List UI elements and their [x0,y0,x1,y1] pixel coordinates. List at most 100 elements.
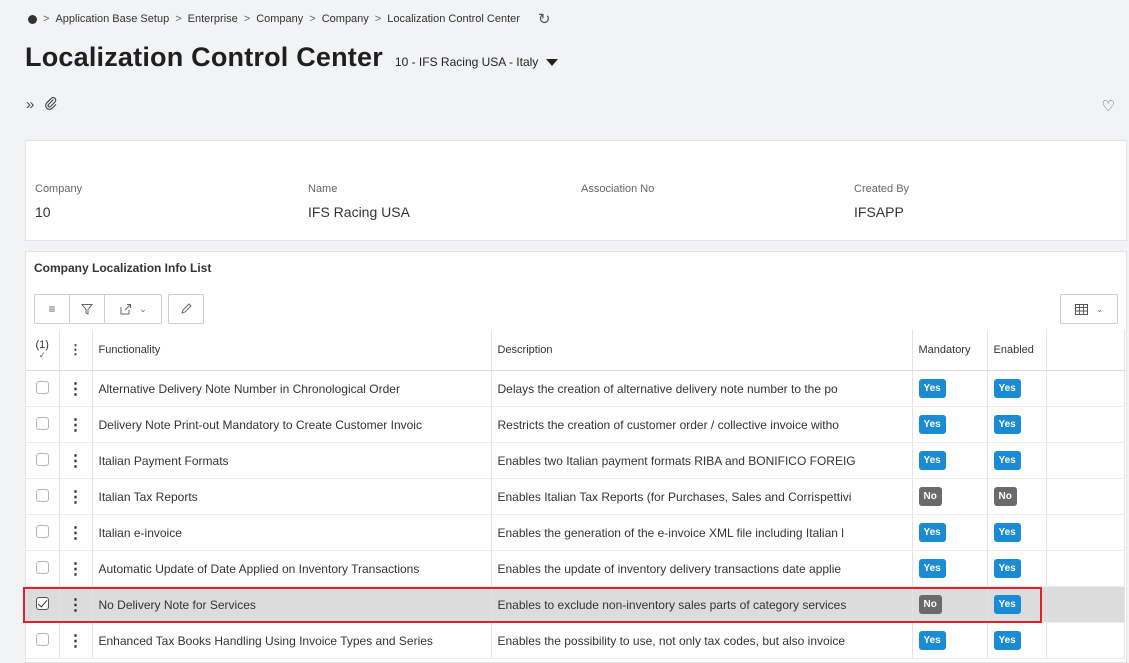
table-row[interactable]: ⋮ No Delivery Note for Services Enables to… [26,586,1125,623]
row-checkbox[interactable] [35,632,49,646]
table-icon [1074,303,1088,315]
functionality-column-header[interactable]: Functionality [92,330,492,371]
breadcrumb-item-company[interactable]: Company [256,13,303,25]
functionality-cell[interactable]: Italian e-invoice [92,514,492,551]
list-title: Company Localization Info List [34,261,212,275]
company-label: Company [35,183,83,195]
filler-cell [1046,370,1125,407]
row-menu-icon[interactable]: ⋮ [59,406,93,443]
description-cell[interactable]: Enables the update of inventory delivery… [491,550,913,587]
row-checkbox[interactable] [35,560,49,574]
row-menu-icon[interactable]: ⋮ [59,514,93,551]
functionality-cell[interactable]: Enhanced Tax Books Handling Using Invoic… [92,622,492,659]
table-row[interactable]: ⋮ Automatic Update of Date Applied on Inv… [26,550,1125,587]
row-select-cell[interactable] [26,622,60,659]
functionality-cell[interactable]: Italian Payment Formats [92,442,492,479]
filler-column-header [1046,330,1125,371]
filler-cell [1046,550,1125,587]
enabled-badge: Yes [993,379,1021,398]
association-no-field: Association No [581,183,654,204]
enabled-badge: Yes [993,559,1021,578]
description-cell[interactable]: Restricts the creation of customer order… [491,406,913,443]
row-select-cell[interactable] [26,406,60,443]
mandatory-cell: Yes [912,550,988,587]
breadcrumb-separator: > [43,13,50,25]
breadcrumb-item-enterprise[interactable]: Enterprise [188,13,238,25]
context-selector[interactable]: 10 - IFS Racing USA - Italy [395,55,559,69]
row-checkbox[interactable] [35,452,49,466]
title-row: Localization Control Center 10 - IFS Rac… [25,42,559,73]
enabled-cell: Yes [987,370,1047,407]
description-cell[interactable]: Delays the creation of alternative deliv… [491,370,913,407]
selected-count-header[interactable]: (1) ✓ [26,330,60,371]
filter-icon[interactable] [70,295,105,323]
row-menu-icon[interactable]: ⋮ [59,550,93,587]
enabled-cell: No [987,478,1047,515]
column-chooser-group: ⌄ [1060,294,1118,324]
row-checkbox[interactable] [35,524,49,538]
column-menu-icon[interactable]: ⋮ [59,330,93,371]
row-select-cell[interactable] [26,550,60,587]
row-menu-icon[interactable]: ⋮ [59,622,93,659]
enabled-column-header[interactable]: Enabled [987,330,1047,371]
home-icon[interactable] [28,14,37,24]
mandatory-column-header[interactable]: Mandatory [912,330,988,371]
functionality-cell[interactable]: Delivery Note Print-out Mandatory to Cre… [92,406,492,443]
filler-cell [1046,406,1125,443]
attachment-icon[interactable] [44,96,58,114]
export-icon [120,304,132,315]
table-row[interactable]: ⋮ Delivery Note Print-out Mandatory to Cr… [26,406,1125,443]
table-row[interactable]: ⋮ Italian e-invoice Enables the generation… [26,514,1125,551]
functionality-cell[interactable]: Automatic Update of Date Applied on Inve… [92,550,492,587]
refresh-icon[interactable]: ↻ [538,10,551,28]
description-cell[interactable]: Enables the generation of the e-invoice … [491,514,913,551]
toolbar-group: ≡ ⌄ [34,294,162,324]
table-row[interactable]: ⋮ Alternative Delivery Note Number in Chr… [26,370,1125,407]
enabled-badge: Yes [993,595,1021,614]
column-chooser-button[interactable]: ⌄ [1061,295,1117,323]
mandatory-cell: Yes [912,370,988,407]
row-menu-icon[interactable]: ⋮ [59,586,93,623]
row-checkbox[interactable] [35,416,49,430]
export-dropdown-button[interactable]: ⌄ [105,295,161,323]
row-menu-icon[interactable]: ⋮ [59,370,93,407]
functionality-cell[interactable]: Alternative Delivery Note Number in Chro… [92,370,492,407]
row-select-cell[interactable] [26,514,60,551]
description-column-header[interactable]: Description [491,330,913,371]
mandatory-cell: No [912,478,988,515]
row-checkbox[interactable] [35,488,49,502]
table-row[interactable]: ⋮ Italian Payment Formats Enables two Ital… [26,442,1125,479]
row-checkbox[interactable] [35,380,49,394]
table-row[interactable]: ⋮ Italian Tax Reports Enables Italian Tax … [26,478,1125,515]
table-row[interactable]: ⋮ Enhanced Tax Books Handling Using Invoi… [26,622,1125,659]
enabled-cell: Yes [987,406,1047,443]
breadcrumb-item-company-2[interactable]: Company [322,13,369,25]
chevron-down-icon: ⌄ [1095,303,1104,314]
breadcrumb-item-localization-control-center: Localization Control Center [387,13,520,25]
mandatory-badge: Yes [918,415,946,434]
mandatory-badge: Yes [918,631,946,650]
row-select-cell[interactable] [26,586,60,623]
filler-cell [1046,514,1125,551]
expand-icon[interactable]: » [26,96,34,114]
functionality-cell[interactable]: Italian Tax Reports [92,478,492,515]
mandatory-badge: No [918,487,942,506]
list-view-icon[interactable]: ≡ [35,295,70,323]
description-cell[interactable]: Enables the possibility to use, not only… [491,622,913,659]
breadcrumb-item-application-base-setup[interactable]: Application Base Setup [55,13,169,25]
check-icon: ✓ [38,350,47,360]
row-menu-icon[interactable]: ⋮ [59,478,93,515]
row-select-cell[interactable] [26,370,60,407]
row-select-cell[interactable] [26,478,60,515]
enabled-cell: Yes [987,442,1047,479]
edit-icon[interactable] [169,295,203,323]
row-checkbox[interactable] [35,596,49,610]
row-menu-icon[interactable]: ⋮ [59,442,93,479]
page-title: Localization Control Center [25,42,383,72]
description-cell[interactable]: Enables Italian Tax Reports (for Purchas… [491,478,913,515]
favorite-heart-icon[interactable]: ♡ [1102,97,1115,115]
description-cell[interactable]: Enables two Italian payment formats RIBA… [491,442,913,479]
description-cell[interactable]: Enables to exclude non-inventory sales p… [491,586,913,623]
functionality-cell[interactable]: No Delivery Note for Services [92,586,492,623]
row-select-cell[interactable] [26,442,60,479]
